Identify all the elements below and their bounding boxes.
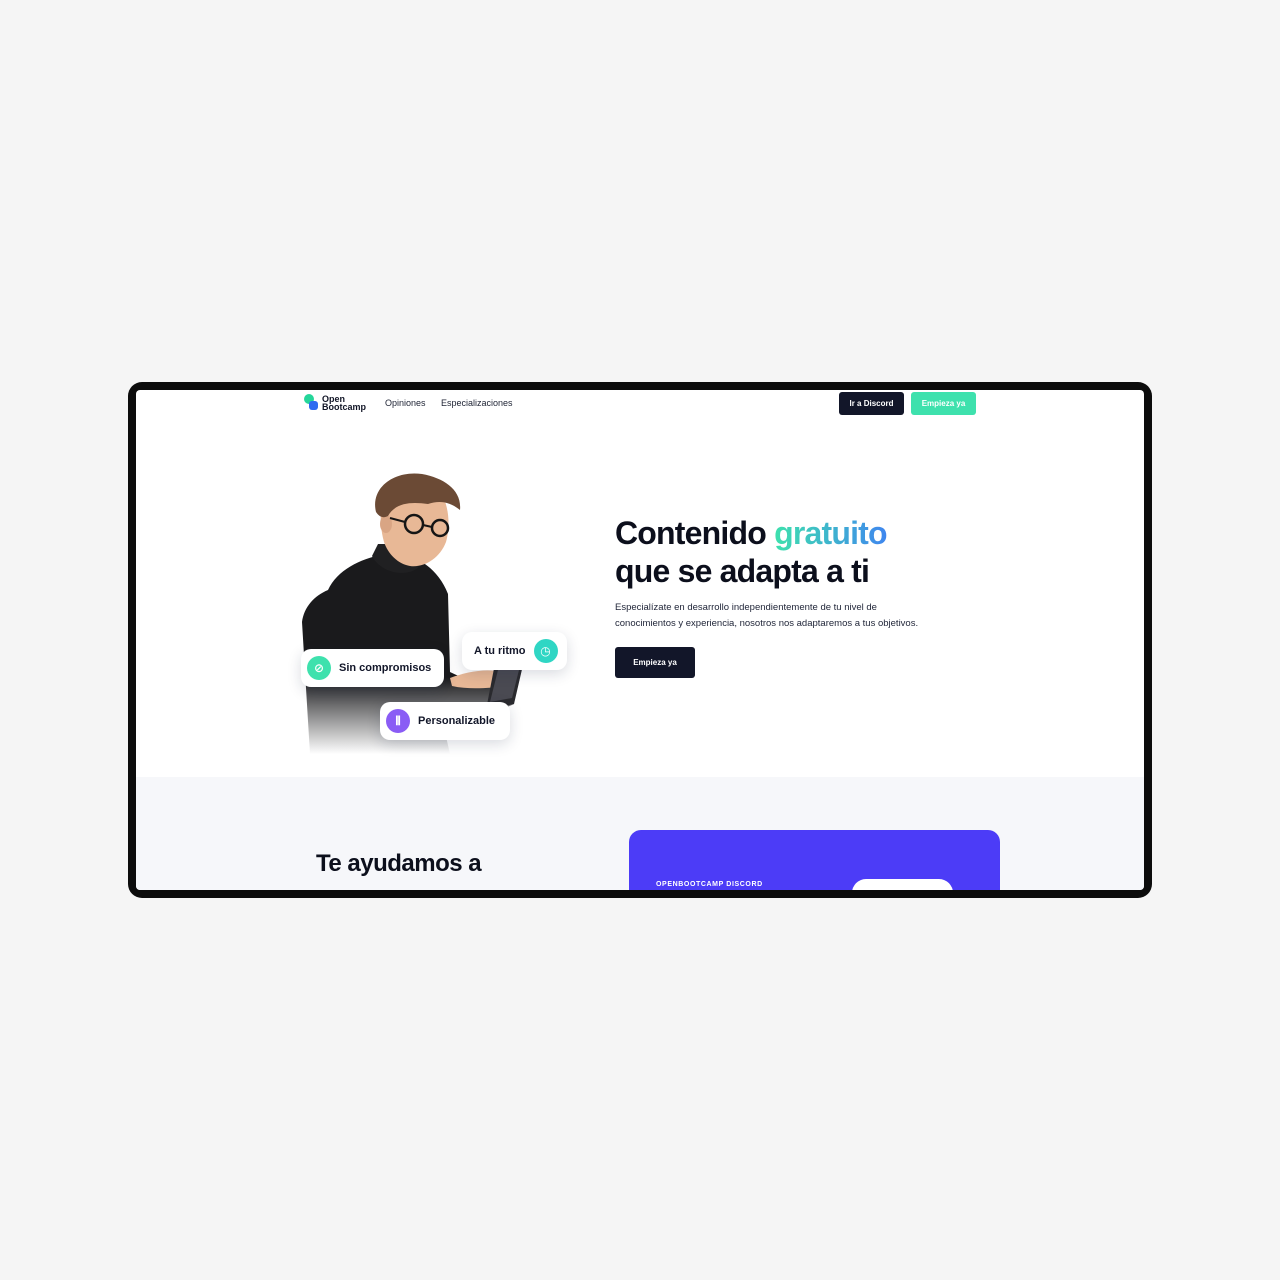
discord-button[interactable]: Ir a Discord (839, 392, 904, 415)
start-button-nav[interactable]: Empieza ya (911, 392, 976, 415)
logo-icon (304, 394, 318, 412)
pill-personalizable: ⫴ Personalizable (380, 702, 510, 740)
no-commitment-icon: ⊘ (307, 656, 331, 680)
nav-link-especializaciones[interactable]: Especializaciones (441, 398, 513, 408)
discord-card-button[interactable] (852, 879, 953, 890)
help-section: Te ayudamos a OPENBOOTCAMP DISCORD (136, 777, 1144, 890)
hero-start-button[interactable]: Empieza ya (615, 647, 695, 678)
logo-text: Open Bootcamp (322, 394, 367, 412)
customize-icon: ⫴ (386, 709, 410, 733)
hero-subtitle: Especialízate en desarrollo independient… (615, 602, 919, 629)
pill-a-tu-ritmo: A tu ritmo ◷ (462, 632, 567, 670)
hero-title: Contenido gratuito que se adapta a ti (615, 515, 888, 589)
pill-sin-compromisos: ⊘ Sin compromisos (301, 649, 444, 687)
section-title: Te ayudamos a (316, 850, 482, 877)
hero-title-highlight: gratuito (774, 515, 888, 551)
discord-card-label: OPENBOOTCAMP DISCORD (656, 881, 763, 888)
clock-pace-icon: ◷ (533, 639, 558, 663)
pill-label: A tu ritmo (474, 645, 526, 657)
pill-label: Personalizable (418, 715, 496, 727)
browser-screen: Open Bootcamp Opiniones Especializacione… (136, 390, 1144, 890)
device-frame: Open Bootcamp Opiniones Especializacione… (128, 382, 1152, 898)
pill-label: Sin compromisos (339, 662, 432, 674)
nav-link-opiniones[interactable]: Opiniones (385, 398, 426, 408)
top-nav: Open Bootcamp Opiniones Especializacione… (136, 390, 1144, 418)
discord-card: OPENBOOTCAMP DISCORD (629, 830, 1000, 890)
logo[interactable]: Open Bootcamp (304, 394, 366, 412)
